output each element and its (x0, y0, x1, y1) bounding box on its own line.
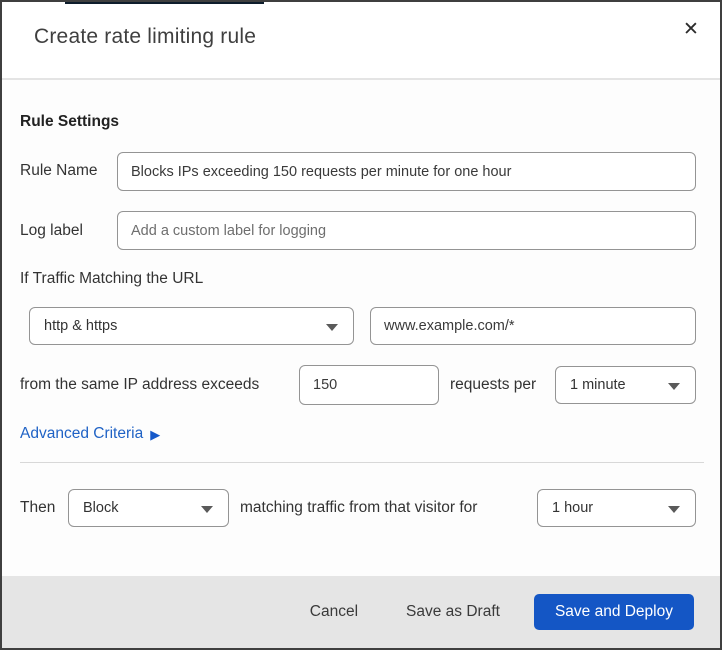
dialog-title: Create rate limiting rule (34, 25, 257, 48)
save-and-deploy-button[interactable]: Save and Deploy (533, 594, 694, 630)
log-label-input[interactable] (117, 211, 696, 250)
top-accent-strip (65, 2, 264, 4)
duration-select-value: 1 hour (552, 500, 594, 516)
request-count-input[interactable] (299, 365, 439, 405)
close-icon: ✕ (683, 18, 699, 40)
advanced-criteria-link[interactable]: Advanced Criteria ▶ (20, 425, 160, 443)
dialog-footer: Cancel Save as Draft Save and Deploy (2, 576, 720, 648)
threshold-prefix-text: from the same IP address exceeds (20, 376, 260, 393)
section-divider (20, 462, 704, 463)
duration-select[interactable]: 1 hour (537, 489, 696, 527)
rule-name-label: Rule Name (20, 162, 98, 179)
advanced-criteria-label: Advanced Criteria (20, 425, 144, 442)
action-select[interactable]: Block (68, 489, 229, 527)
dialog-header: Create rate limiting rule ✕ (2, 2, 720, 80)
close-button[interactable]: ✕ (676, 14, 706, 44)
requests-per-text: requests per (450, 376, 537, 393)
scheme-select[interactable]: http & https (29, 307, 354, 345)
period-select[interactable]: 1 minute (555, 366, 696, 404)
then-label: Then (20, 499, 56, 516)
chevron-down-icon (201, 506, 213, 513)
period-select-value: 1 minute (570, 377, 626, 393)
cancel-button[interactable]: Cancel (306, 595, 362, 629)
traffic-match-intro: If Traffic Matching the URL (20, 270, 204, 287)
rule-name-input[interactable] (117, 152, 696, 191)
action-middle-text: matching traffic from that visitor for (240, 499, 478, 516)
create-rate-limiting-rule-dialog: Create rate limiting rule ✕ Rule Setting… (0, 0, 722, 650)
save-as-draft-button[interactable]: Save as Draft (402, 595, 504, 629)
chevron-down-icon (668, 506, 680, 513)
action-select-value: Block (83, 500, 119, 516)
rule-settings-heading: Rule Settings (20, 113, 120, 130)
url-pattern-input[interactable] (370, 307, 696, 345)
chevron-down-icon (668, 383, 680, 390)
log-label: Log label (20, 222, 83, 239)
expand-right-icon: ▶ (150, 426, 161, 442)
chevron-down-icon (326, 324, 338, 331)
scheme-select-value: http & https (44, 318, 118, 334)
